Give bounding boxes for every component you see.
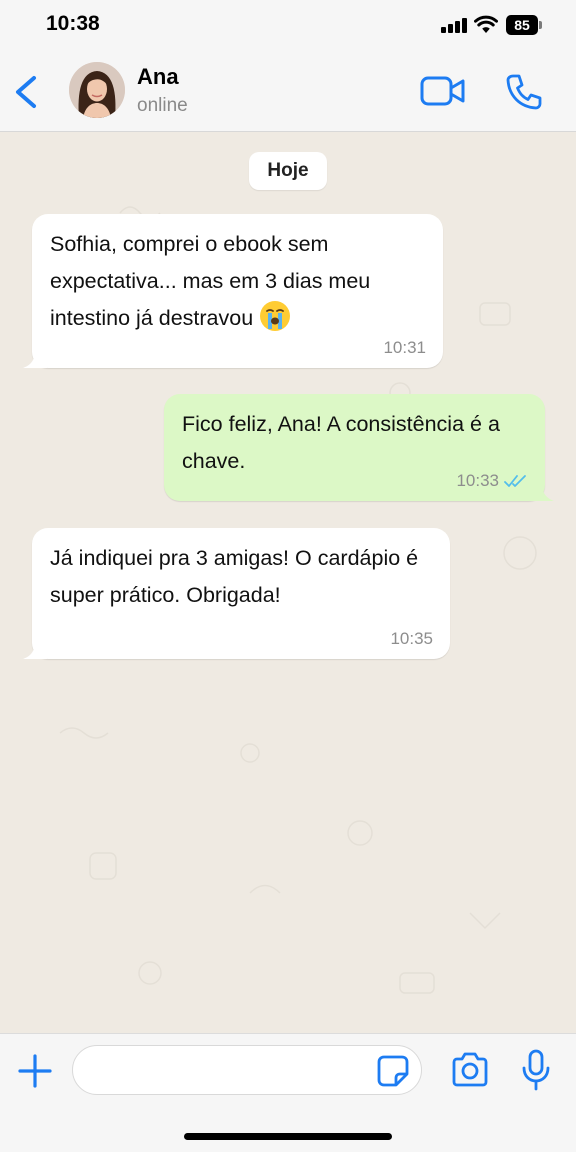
chevron-left-icon[interactable] bbox=[8, 70, 44, 114]
status-time: 10:38 bbox=[46, 12, 100, 35]
message-text: Fico feliz, Ana! A consistência é a chav… bbox=[182, 412, 500, 473]
phone-icon[interactable] bbox=[504, 72, 544, 112]
battery-icon: 85 bbox=[506, 15, 542, 35]
message-time: 10:33 bbox=[456, 471, 499, 490]
home-indicator bbox=[184, 1133, 392, 1140]
plus-icon[interactable] bbox=[16, 1052, 54, 1090]
video-camera-icon[interactable] bbox=[420, 74, 466, 108]
crying-face-emoji bbox=[260, 301, 291, 331]
chat-area[interactable]: Hoje Sofhia, comprei o ebook sem expecta… bbox=[0, 133, 576, 1033]
message-bubble-incoming[interactable]: Sofhia, comprei o ebook sem expectativa.… bbox=[23, 214, 443, 368]
message-text: Sofhia, comprei o ebook sem expectativa.… bbox=[50, 232, 371, 331]
status-bar: 10:38 85 bbox=[0, 0, 576, 50]
date-chip: Hoje bbox=[249, 152, 327, 190]
wifi-icon bbox=[474, 15, 498, 33]
message-bubble-outgoing[interactable]: Fico feliz, Ana! A consistência é a chav… bbox=[164, 394, 554, 501]
microphone-icon[interactable] bbox=[520, 1049, 552, 1091]
sticker-icon[interactable] bbox=[376, 1054, 410, 1088]
chat-header: Ana online bbox=[0, 50, 576, 132]
avatar[interactable] bbox=[69, 62, 125, 118]
contact-name[interactable]: Ana bbox=[137, 64, 179, 90]
battery-level: 85 bbox=[506, 15, 538, 35]
signal-icon bbox=[441, 17, 467, 33]
message-input[interactable] bbox=[72, 1045, 422, 1095]
contact-status: online bbox=[137, 95, 188, 116]
message-time: 10:35 bbox=[390, 629, 433, 648]
read-ticks-icon bbox=[504, 475, 526, 487]
message-bubble-incoming[interactable]: Já indiquei pra 3 amigas! O cardápio é s… bbox=[23, 528, 450, 659]
input-bar bbox=[0, 1033, 576, 1152]
message-text: Já indiquei pra 3 amigas! O cardápio é s… bbox=[50, 546, 419, 607]
camera-icon[interactable] bbox=[450, 1052, 490, 1088]
message-time: 10:31 bbox=[383, 338, 426, 357]
